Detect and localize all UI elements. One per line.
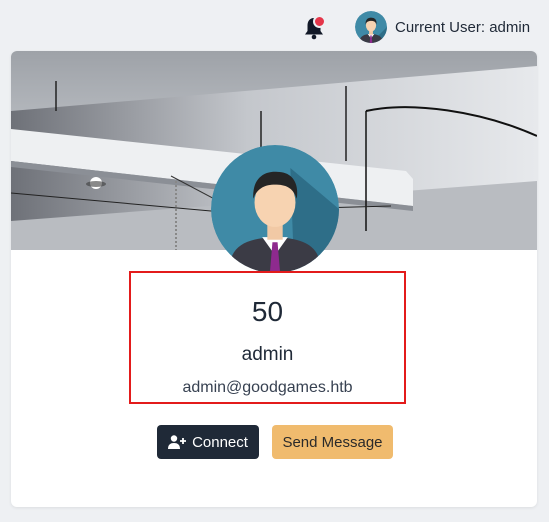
connect-button-label: Connect [192, 433, 248, 451]
profile-email: admin@goodgames.htb [182, 379, 353, 396]
send-message-button[interactable]: Send Message [272, 425, 393, 459]
current-user-label: Current User: admin [395, 18, 531, 36]
profile-username: admin [241, 344, 294, 365]
connect-button[interactable]: Connect [157, 425, 259, 459]
profile-score: 50 [251, 296, 284, 327]
user-avatar-icon [355, 11, 387, 43]
top-bar: Current User: admin [0, 0, 549, 52]
profile-info-highlight: 50 admin admin@goodgames.htb [129, 271, 406, 404]
profile-card: 50 admin admin@goodgames.htb Connect Sen… [11, 51, 537, 507]
user-plus-icon [168, 435, 187, 449]
profile-avatar-icon [211, 145, 339, 273]
current-user-menu[interactable]: Current User: admin [355, 11, 530, 43]
send-message-button-label: Send Message [282, 433, 383, 451]
notification-badge [313, 15, 326, 28]
